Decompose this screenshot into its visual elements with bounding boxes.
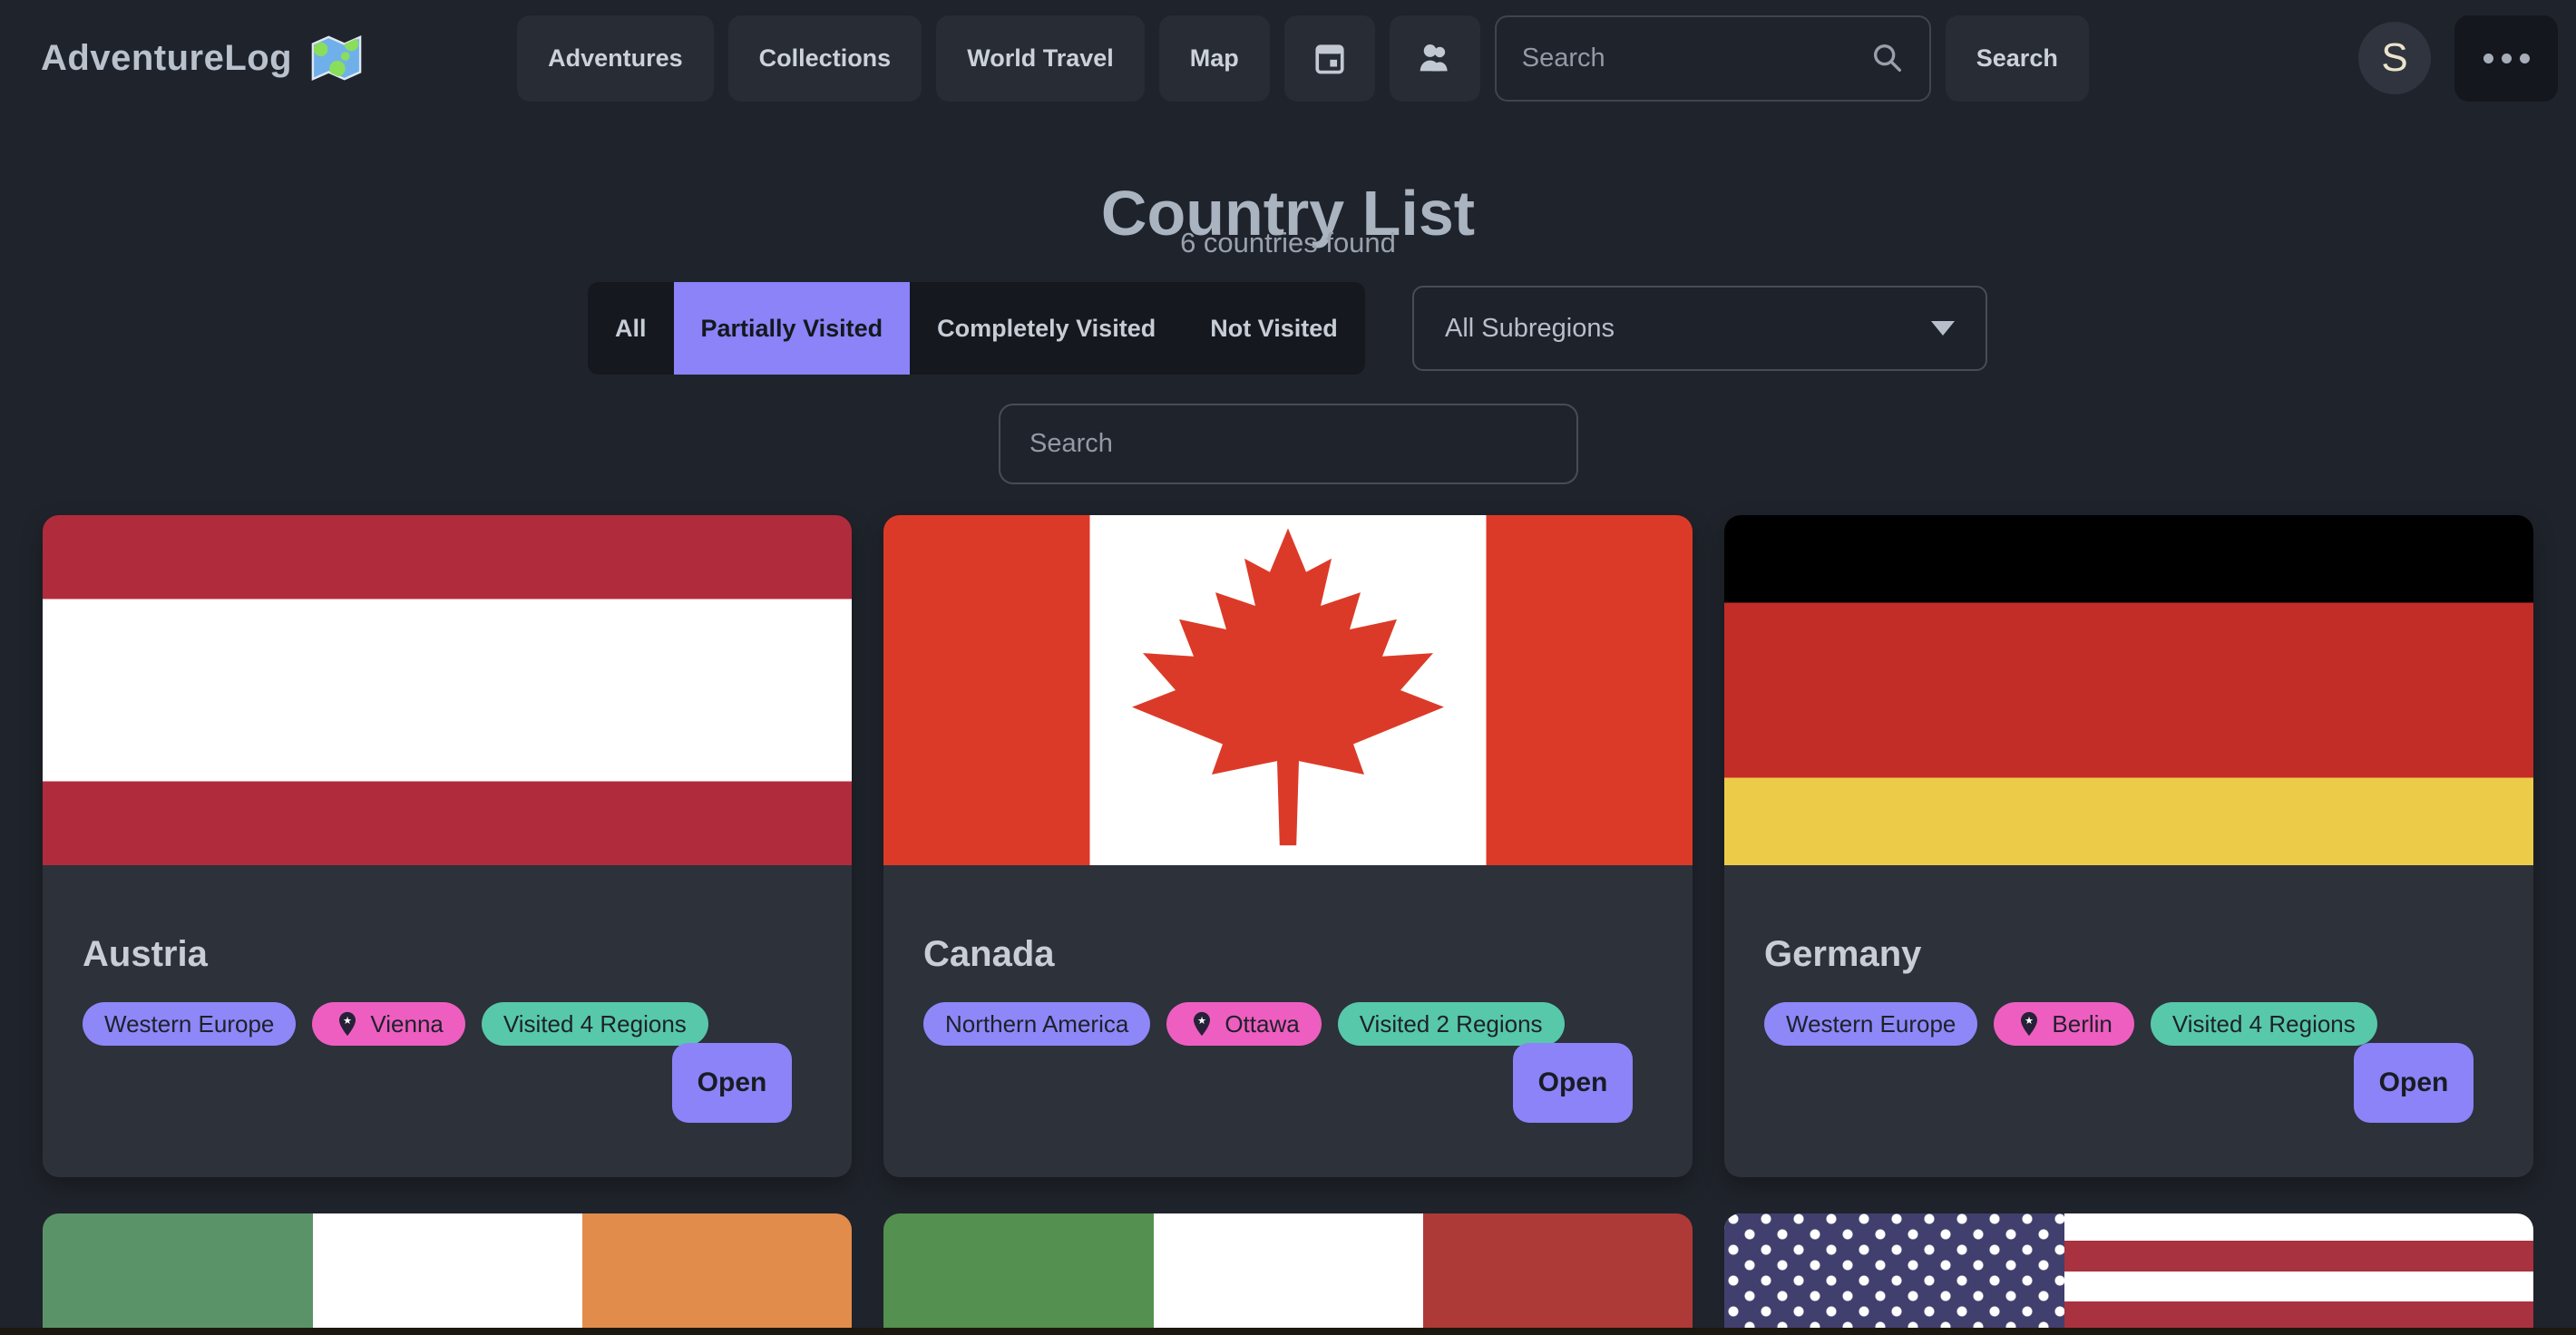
country-card: Germany Western Europe ★ Berlin Visited … — [1724, 515, 2533, 1177]
map-pin-icon: ★ — [1188, 1010, 1215, 1038]
visited-regions-badge: Visited 4 Regions — [2151, 1002, 2377, 1046]
country-card-partial — [883, 1213, 1693, 1335]
topbar-search — [1495, 15, 1931, 102]
open-button[interactable]: Open — [2354, 1043, 2474, 1123]
search-icon — [1869, 40, 1906, 76]
country-name: Canada — [923, 934, 1653, 975]
users-button[interactable] — [1390, 15, 1480, 102]
country-name: Germany — [1764, 934, 2493, 975]
top-navigation-bar: AdventureLog Adventures Collections Worl… — [0, 0, 2576, 116]
bottom-edge-strip — [0, 1328, 2576, 1335]
nav-map-button[interactable]: Map — [1159, 15, 1270, 102]
topbar-search-button[interactable]: Search — [1946, 15, 2089, 102]
users-icon — [1414, 37, 1456, 79]
tab-all[interactable]: All — [588, 282, 674, 375]
chevron-down-icon — [1931, 321, 1955, 336]
svg-text:★: ★ — [343, 1015, 352, 1027]
subregion-select-value: All Subregions — [1445, 314, 1615, 344]
ellipsis-icon — [2483, 54, 2493, 63]
map-pin-icon: ★ — [2015, 1010, 2043, 1038]
country-card-partial — [1724, 1213, 2533, 1335]
capital-name: Vienna — [370, 1010, 444, 1038]
subregion-select[interactable]: All Subregions — [1412, 286, 1987, 371]
open-button[interactable]: Open — [1513, 1043, 1633, 1123]
calendar-icon — [1310, 38, 1350, 78]
map-logo-icon — [310, 33, 363, 83]
primary-nav: Adventures Collections World Travel Map — [517, 15, 2089, 102]
region-badge: Western Europe — [83, 1002, 296, 1046]
country-card: Canada Northern America ★ Ottawa Visited… — [883, 515, 1693, 1177]
tab-not-visited[interactable]: Not Visited — [1183, 282, 1365, 375]
app-title: AdventureLog — [41, 38, 292, 79]
capital-badge: ★ Vienna — [312, 1002, 465, 1046]
tab-partially-visited[interactable]: Partially Visited — [674, 282, 911, 375]
nav-world-travel-button[interactable]: World Travel — [936, 15, 1145, 102]
calendar-button[interactable] — [1284, 15, 1375, 102]
map-pin-icon: ★ — [334, 1010, 361, 1038]
svg-text:★: ★ — [1197, 1015, 1206, 1027]
topbar-search-input[interactable] — [1520, 43, 1869, 74]
nav-adventures-button[interactable]: Adventures — [517, 15, 714, 102]
region-badge: Northern America — [923, 1002, 1150, 1046]
country-search — [999, 404, 1578, 484]
flag-italy — [883, 1213, 1693, 1335]
visited-filter-tabs: All Partially Visited Completely Visited… — [588, 282, 1365, 375]
flag-austria — [43, 515, 852, 865]
capital-name: Ottawa — [1225, 1010, 1299, 1038]
country-card-partial — [43, 1213, 852, 1335]
capital-name: Berlin — [2052, 1010, 2112, 1038]
user-avatar[interactable]: S — [2358, 22, 2431, 94]
region-badge: Western Europe — [1764, 1002, 1977, 1046]
country-search-input[interactable] — [1028, 428, 1549, 460]
results-count: 6 countries found — [0, 227, 2576, 259]
more-menu-button[interactable] — [2454, 15, 2558, 102]
capital-badge: ★ Ottawa — [1166, 1002, 1321, 1046]
flag-germany — [1724, 515, 2533, 865]
nav-collections-button[interactable]: Collections — [728, 15, 922, 102]
svg-text:★: ★ — [2025, 1015, 2034, 1027]
country-name: Austria — [83, 934, 812, 975]
country-card: Austria Western Europe ★ Vienna Visited … — [43, 515, 852, 1177]
capital-badge: ★ Berlin — [1994, 1002, 2133, 1046]
visited-regions-badge: Visited 2 Regions — [1338, 1002, 1565, 1046]
flag-ireland — [43, 1213, 852, 1335]
flag-usa — [1724, 1213, 2533, 1335]
maple-leaf-icon — [1107, 521, 1469, 859]
open-button[interactable]: Open — [672, 1043, 792, 1123]
visited-regions-badge: Visited 4 Regions — [482, 1002, 708, 1046]
app-logo[interactable]: AdventureLog — [41, 33, 363, 83]
flag-canada — [883, 515, 1693, 865]
tab-completely-visited[interactable]: Completely Visited — [910, 282, 1183, 375]
